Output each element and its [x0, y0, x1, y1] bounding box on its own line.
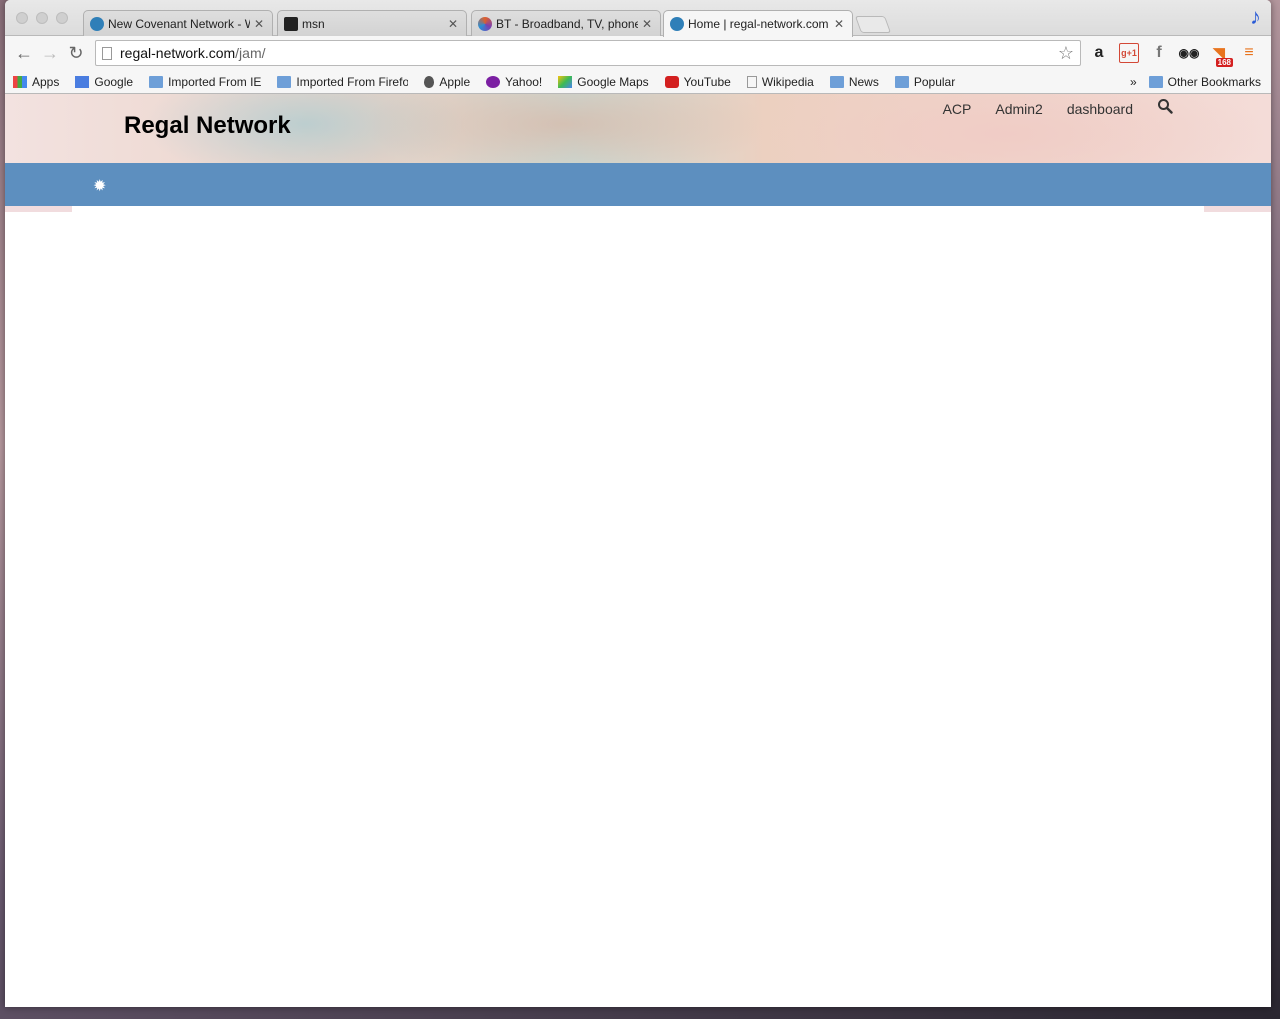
google-icon — [75, 75, 90, 88]
bookmark-label: Apple — [439, 74, 471, 89]
incognito-icon[interactable]: ◉◉ — [1179, 43, 1200, 63]
music-note-icon[interactable]: ♪ — [1250, 4, 1261, 30]
tab-title: BT - Broadband, TV, phone — [496, 17, 638, 31]
apps-grid-icon — [13, 75, 27, 88]
bookmark-label: News — [848, 74, 879, 89]
gear-icon[interactable]: ✹ — [93, 176, 106, 196]
bookmark-wikipedia[interactable]: Wikipedia — [746, 74, 814, 89]
bookmarks-bar: Apps Google Imported From IE Imported Fr… — [5, 70, 1271, 94]
nav-acp[interactable]: ACP — [943, 101, 972, 117]
site-title[interactable]: Regal Network — [124, 112, 291, 140]
folder-icon — [277, 75, 292, 88]
bookmarks-overflow-button[interactable]: » — [1130, 75, 1137, 89]
close-tab-icon[interactable]: ✕ — [642, 17, 652, 31]
bookmark-label: Imported From Firefo — [296, 74, 409, 89]
bookmark-label: Popular — [913, 74, 956, 89]
amazon-icon[interactable]: a — [1089, 43, 1109, 63]
folder-icon — [1148, 76, 1163, 88]
page-content — [5, 212, 1271, 1007]
bookmark-imported-firefox[interactable]: Imported From Firefo — [277, 75, 408, 89]
close-tab-icon[interactable]: ✕ — [254, 17, 264, 31]
facebook-icon[interactable]: f — [1149, 43, 1169, 63]
address-bar[interactable]: regal-network.com/jam/ ☆ — [95, 40, 1081, 66]
tab-bt[interactable]: BT - Broadband, TV, phone ✕ — [471, 10, 661, 37]
browser-toolbar: ← → ↻ regal-network.com/jam/ ☆ a g+1 f ◉… — [5, 36, 1271, 70]
other-bookmarks[interactable]: Other Bookmarks — [1148, 75, 1261, 89]
globe-icon — [90, 17, 104, 31]
tab-title: New Covenant Network - W — [108, 17, 250, 31]
bookmark-label: Other Bookmarks — [1167, 75, 1261, 89]
folder-icon — [149, 75, 164, 88]
apple-icon — [424, 75, 435, 88]
bookmark-apps[interactable]: Apps — [13, 75, 59, 89]
bookmark-yahoo[interactable]: Yahoo! — [486, 75, 542, 89]
forward-button[interactable]: → — [37, 40, 63, 66]
tab-strip: New Covenant Network - W ✕ msn ✕ BT - Br… — [5, 0, 1271, 37]
site-header: Regal Network ACP Admin2 dashboard — [5, 94, 1271, 163]
page-icon — [102, 46, 112, 60]
close-tab-icon[interactable]: ✕ — [448, 17, 458, 31]
youtube-icon — [664, 75, 679, 88]
bookmark-label: Imported From IE — [168, 74, 262, 89]
folder-icon — [894, 75, 909, 88]
bt-icon — [478, 17, 492, 31]
url-path: /jam/ — [235, 45, 266, 61]
page-icon — [746, 75, 757, 88]
bookmark-label: YouTube — [683, 74, 731, 89]
minimize-window-button[interactable] — [36, 12, 48, 24]
bookmark-label: Yahoo! — [505, 74, 543, 89]
menu-icon[interactable]: ≡ — [1239, 43, 1259, 63]
bookmark-google[interactable]: Google — [75, 75, 133, 89]
tab-title: Home | regal-network.com — [688, 17, 829, 31]
back-button[interactable]: ← — [11, 40, 37, 66]
tab-title: msn — [302, 17, 325, 31]
google-plus-icon[interactable]: g+1 — [1119, 43, 1139, 63]
bookmark-imported-ie[interactable]: Imported From IE — [149, 75, 261, 89]
close-window-button[interactable] — [16, 12, 28, 24]
strip-right — [1204, 206, 1271, 212]
strip-middle — [72, 206, 1204, 212]
bookmark-label: Wikipedia — [761, 74, 814, 89]
tab-new-covenant[interactable]: New Covenant Network - W ✕ — [83, 10, 273, 37]
bookmark-news[interactable]: News — [829, 74, 879, 89]
url-host: regal-network.com — [120, 45, 236, 61]
rss-icon[interactable]: ◥ 168 — [1209, 43, 1233, 67]
bookmark-label: Google Maps — [577, 74, 649, 89]
zoom-window-button[interactable] — [56, 12, 68, 24]
search-icon[interactable] — [1157, 98, 1173, 119]
bookmark-popular[interactable]: Popular — [894, 74, 956, 89]
tab-msn[interactable]: msn ✕ — [277, 10, 467, 37]
bookmark-youtube[interactable]: YouTube — [664, 74, 731, 89]
new-tab-button[interactable] — [854, 16, 892, 33]
close-tab-icon[interactable]: ✕ — [834, 17, 844, 31]
maps-icon — [558, 75, 573, 88]
strip-left — [5, 206, 72, 212]
window-controls — [16, 12, 68, 24]
bookmark-label: Google — [94, 74, 134, 89]
bookmark-apple[interactable]: Apple — [424, 75, 470, 89]
nav-dashboard[interactable]: dashboard — [1067, 101, 1133, 117]
globe-icon — [670, 17, 684, 31]
folder-icon — [829, 75, 844, 88]
yahoo-icon — [486, 75, 501, 88]
bookmark-google-maps[interactable]: Google Maps — [558, 74, 649, 89]
header-bottom-strip — [5, 206, 1271, 212]
site-nav: ACP Admin2 dashboard — [943, 98, 1173, 119]
bookmarks-right: » Other Bookmarks — [1130, 70, 1261, 94]
main-menu-bar: ✹ — [5, 163, 1271, 206]
tab-regal-network[interactable]: Home | regal-network.com ✕ — [663, 10, 853, 37]
browser-window: New Covenant Network - W ✕ msn ✕ BT - Br… — [5, 0, 1271, 1007]
bookmark-star-icon[interactable]: ☆ — [1058, 43, 1074, 64]
extensions: a g+1 f ◉◉ ◥ 168 ≡ — [1089, 43, 1259, 67]
rss-badge: 168 — [1215, 58, 1233, 67]
bookmark-label: Apps — [32, 74, 60, 89]
nav-admin2[interactable]: Admin2 — [995, 101, 1042, 117]
reload-button[interactable]: ↻ — [63, 40, 89, 66]
msn-icon — [284, 17, 298, 31]
